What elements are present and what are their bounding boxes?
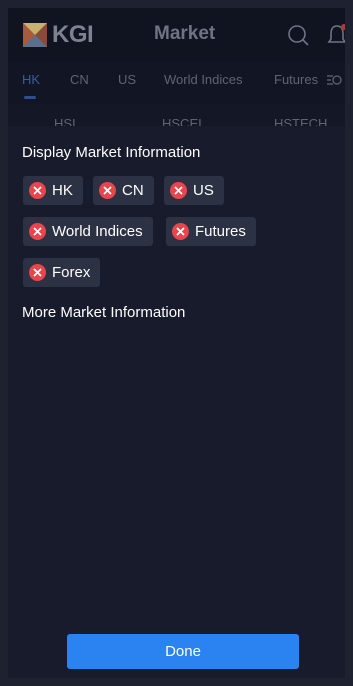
remove-icon[interactable]	[29, 182, 46, 199]
tab-settings-icon[interactable]	[326, 72, 342, 88]
chip-label: Futures	[195, 223, 246, 240]
chip-forex[interactable]: Forex	[23, 258, 101, 287]
page-title: Market	[154, 23, 216, 44]
bell-icon[interactable]	[325, 23, 345, 47]
tab-cn[interactable]: CN	[70, 72, 89, 87]
tab-futures[interactable]: Futures	[274, 72, 318, 87]
chip-world-indices[interactable]: World Indices	[23, 217, 153, 246]
search-icon[interactable]	[286, 23, 310, 47]
remove-icon[interactable]	[29, 264, 46, 281]
top-bar: KGI Market	[8, 8, 345, 62]
market-info-panel: Display Market Information HK CN US Worl…	[8, 126, 345, 678]
display-section-title: Display Market Information	[22, 144, 201, 161]
chip-cn[interactable]: CN	[93, 176, 154, 205]
brand-name: KGI	[52, 21, 94, 48]
active-tab-indicator	[24, 96, 36, 99]
chip-futures[interactable]: Futures	[166, 217, 256, 246]
app-screen: KGI Market HK CN US World Indices Future…	[8, 8, 345, 678]
chip-label: World Indices	[52, 223, 143, 240]
chip-label: HK	[52, 182, 73, 199]
tab-us[interactable]: US	[118, 72, 136, 87]
chip-label: Forex	[52, 264, 91, 281]
remove-icon[interactable]	[170, 182, 187, 199]
kgi-logo-icon	[23, 23, 47, 47]
brand-logo: KGI	[22, 21, 94, 49]
remove-icon[interactable]	[172, 223, 189, 240]
chip-label: CN	[122, 182, 144, 199]
chip-label: US	[193, 182, 214, 199]
chip-hk[interactable]: HK	[23, 176, 83, 205]
tab-world-indices[interactable]: World Indices	[164, 72, 243, 87]
more-section-title: More Market Information	[22, 304, 186, 321]
remove-icon[interactable]	[29, 223, 46, 240]
done-button[interactable]: Done	[67, 634, 299, 669]
chip-us[interactable]: US	[164, 176, 224, 205]
tab-hk[interactable]: HK	[22, 72, 40, 87]
remove-icon[interactable]	[99, 182, 116, 199]
